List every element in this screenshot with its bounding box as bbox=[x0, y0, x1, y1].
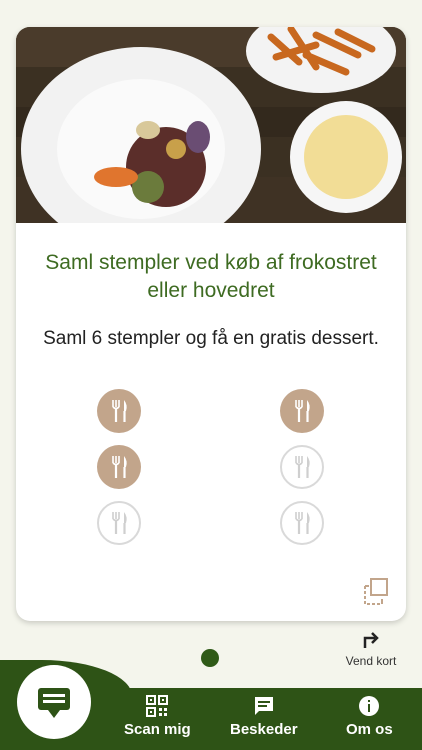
nav-label-scan-mig: Scan mig bbox=[124, 721, 191, 738]
fork-knife-icon bbox=[295, 456, 310, 478]
nav-label-beskeder: Beskeder bbox=[230, 721, 298, 738]
flip-arrow-icon bbox=[363, 632, 379, 648]
stamp-empty bbox=[97, 501, 141, 545]
nav-scan-mig[interactable]: Scan mig bbox=[124, 694, 191, 738]
copy-icon[interactable] bbox=[362, 577, 390, 607]
fork-knife-icon bbox=[295, 400, 310, 422]
loyalty-card-button[interactable] bbox=[17, 665, 91, 739]
card-subtitle: Saml 6 stempler og få en gratis dessert. bbox=[43, 328, 379, 349]
flip-card-button[interactable]: Vend kort bbox=[336, 628, 406, 672]
flip-label: Vend kort bbox=[345, 654, 397, 668]
fork-knife-icon bbox=[112, 456, 127, 478]
page-indicator-dot[interactable] bbox=[201, 649, 219, 667]
loyalty-card-icon bbox=[38, 688, 70, 718]
message-icon bbox=[254, 697, 273, 715]
stamp-filled bbox=[280, 389, 324, 433]
nav-label-om-os: Om os bbox=[346, 721, 393, 738]
nav-beskeder[interactable]: Beskeder bbox=[230, 694, 298, 738]
stamp-filled bbox=[97, 445, 141, 489]
nav-om-os[interactable]: Om os bbox=[346, 694, 393, 738]
card-title: Saml stempler ved køb af frokostret elle… bbox=[45, 251, 377, 302]
stamp-card: Saml stempler ved køb af frokostret elle… bbox=[16, 27, 406, 621]
fork-knife-icon bbox=[295, 512, 310, 534]
stamp-empty bbox=[280, 445, 324, 489]
qr-code-icon bbox=[146, 695, 169, 717]
stamp-filled bbox=[97, 389, 141, 433]
fork-knife-icon bbox=[112, 400, 127, 422]
fork-knife-icon bbox=[112, 512, 127, 534]
stamp-empty bbox=[280, 501, 324, 545]
food-photo bbox=[16, 27, 406, 223]
info-icon bbox=[359, 696, 380, 716]
